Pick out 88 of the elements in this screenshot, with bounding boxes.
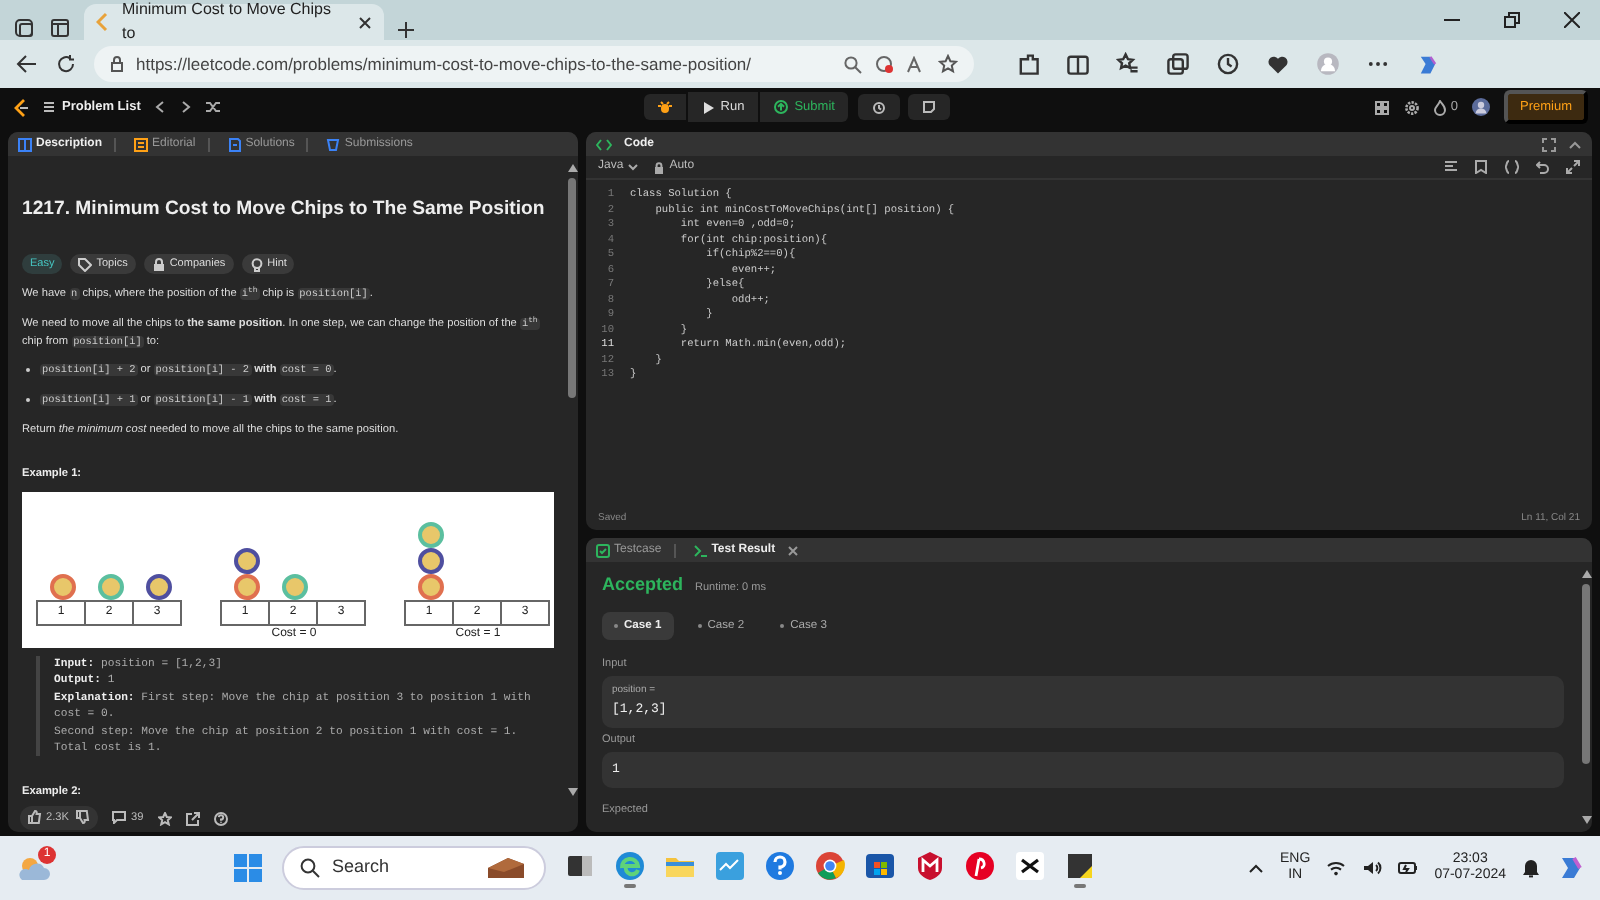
start-icon[interactable] — [232, 852, 264, 884]
notes-button[interactable] — [908, 94, 951, 120]
share-icon[interactable] — [185, 811, 200, 825]
weather-icon[interactable] — [16, 854, 52, 882]
avatar-icon[interactable] — [1471, 98, 1490, 116]
collapse-icon[interactable] — [1568, 137, 1582, 151]
format-icon[interactable] — [1444, 160, 1458, 174]
checkbox-icon — [596, 543, 610, 557]
lock-icon — [653, 161, 664, 173]
chart-app-icon[interactable] — [714, 849, 746, 881]
volume-icon[interactable] — [1362, 860, 1383, 876]
list-icon — [42, 100, 56, 114]
next-icon[interactable] — [180, 100, 193, 114]
problem-title: 1217. Minimum Cost to Move Chips to The Same Position — [22, 196, 547, 224]
heart-icon[interactable] — [1266, 52, 1290, 76]
comment-icon — [111, 810, 126, 825]
tab-actions-icon[interactable] — [48, 16, 72, 40]
debug-button[interactable] — [644, 94, 687, 120]
logo-icon[interactable] — [12, 97, 28, 117]
bug-icon — [658, 100, 673, 114]
browser-tab[interactable]: Minimum Cost to Move Chips to — [84, 4, 384, 40]
bell-icon[interactable] — [1522, 858, 1540, 878]
description-icon — [18, 137, 32, 151]
thumbs-down-icon[interactable] — [75, 810, 90, 825]
scroll-up-icon — [567, 164, 577, 172]
tag-icon — [78, 257, 93, 272]
collections-icon[interactable] — [1166, 52, 1190, 76]
play-icon — [702, 101, 715, 113]
refresh-icon[interactable] — [56, 54, 76, 74]
star-icon[interactable] — [157, 811, 172, 825]
help-app-icon[interactable] — [764, 849, 796, 881]
search-field[interactable]: Search — [282, 846, 546, 890]
lock-icon — [110, 56, 124, 72]
upload-icon — [774, 100, 789, 114]
timer-button[interactable] — [858, 94, 901, 120]
bookmark-icon[interactable] — [1474, 160, 1488, 174]
settings-icon[interactable] — [1404, 99, 1421, 115]
favorites-icon[interactable] — [1116, 52, 1140, 76]
code-icon — [596, 137, 612, 151]
sticky-note-icon[interactable] — [1064, 849, 1096, 881]
zoom-icon[interactable] — [844, 55, 862, 73]
split-screen-icon[interactable] — [1066, 52, 1090, 76]
thumbs-up-icon — [28, 810, 42, 825]
copilot-icon[interactable] — [1416, 52, 1440, 76]
undo-icon[interactable] — [1536, 160, 1550, 174]
alarm-icon — [872, 100, 887, 114]
wifi-icon[interactable] — [1326, 860, 1347, 876]
address-bar[interactable]: https://leetcode.com/problems/minimum-cost-to-move-chips-to-the-same-position/ — [94, 46, 974, 82]
chevron-up-icon[interactable] — [1248, 862, 1265, 874]
restore-icon[interactable] — [1504, 12, 1520, 28]
tracking-icon[interactable] — [874, 54, 894, 74]
pin-app-icon[interactable] — [964, 849, 996, 881]
verdict-text: Accepted — [602, 572, 684, 598]
scroll-up-icon — [1581, 570, 1591, 578]
shield-icon[interactable] — [914, 849, 946, 881]
shuffle-icon[interactable] — [206, 100, 221, 114]
maximize-icon[interactable] — [1542, 137, 1556, 151]
braces-icon[interactable] — [1504, 160, 1520, 174]
help-icon[interactable] — [213, 811, 228, 825]
chrome-icon[interactable] — [814, 849, 846, 881]
new-tab-icon[interactable] — [396, 20, 416, 40]
site-logo-icon — [96, 12, 112, 32]
caret-icon — [627, 163, 638, 171]
terminal-icon — [693, 543, 708, 557]
layout-icon[interactable] — [1374, 99, 1391, 115]
expand-icon[interactable] — [1566, 160, 1580, 174]
scroll-down-icon — [1581, 816, 1591, 824]
video-editor-icon[interactable] — [1014, 849, 1046, 881]
copilot-icon[interactable] — [1556, 854, 1584, 882]
scroll-down-icon — [567, 788, 577, 796]
favorite-icon[interactable] — [938, 54, 958, 74]
close-icon[interactable] — [358, 15, 372, 29]
battery-icon[interactable] — [1398, 860, 1419, 876]
url-text: https://leetcode.com/problems/minimum-cost-to-move-chips-to-the-same-position/ — [136, 51, 752, 77]
lightbulb-icon — [249, 257, 264, 272]
lock-icon — [151, 257, 166, 272]
search-icon — [300, 858, 320, 878]
close-icon[interactable] — [1564, 12, 1580, 28]
read-aloud-icon[interactable] — [906, 55, 926, 73]
previous-icon[interactable] — [154, 100, 167, 114]
workspaces-icon[interactable] — [12, 16, 36, 40]
back-icon[interactable] — [16, 54, 38, 74]
browser-icon[interactable] — [614, 849, 646, 881]
extensions-icon[interactable] — [1016, 52, 1040, 76]
store-icon[interactable] — [864, 849, 896, 881]
tab-title: Minimum Cost to Move Chips to — [122, 0, 333, 46]
note-icon — [922, 100, 937, 114]
close-icon[interactable] — [787, 545, 798, 555]
